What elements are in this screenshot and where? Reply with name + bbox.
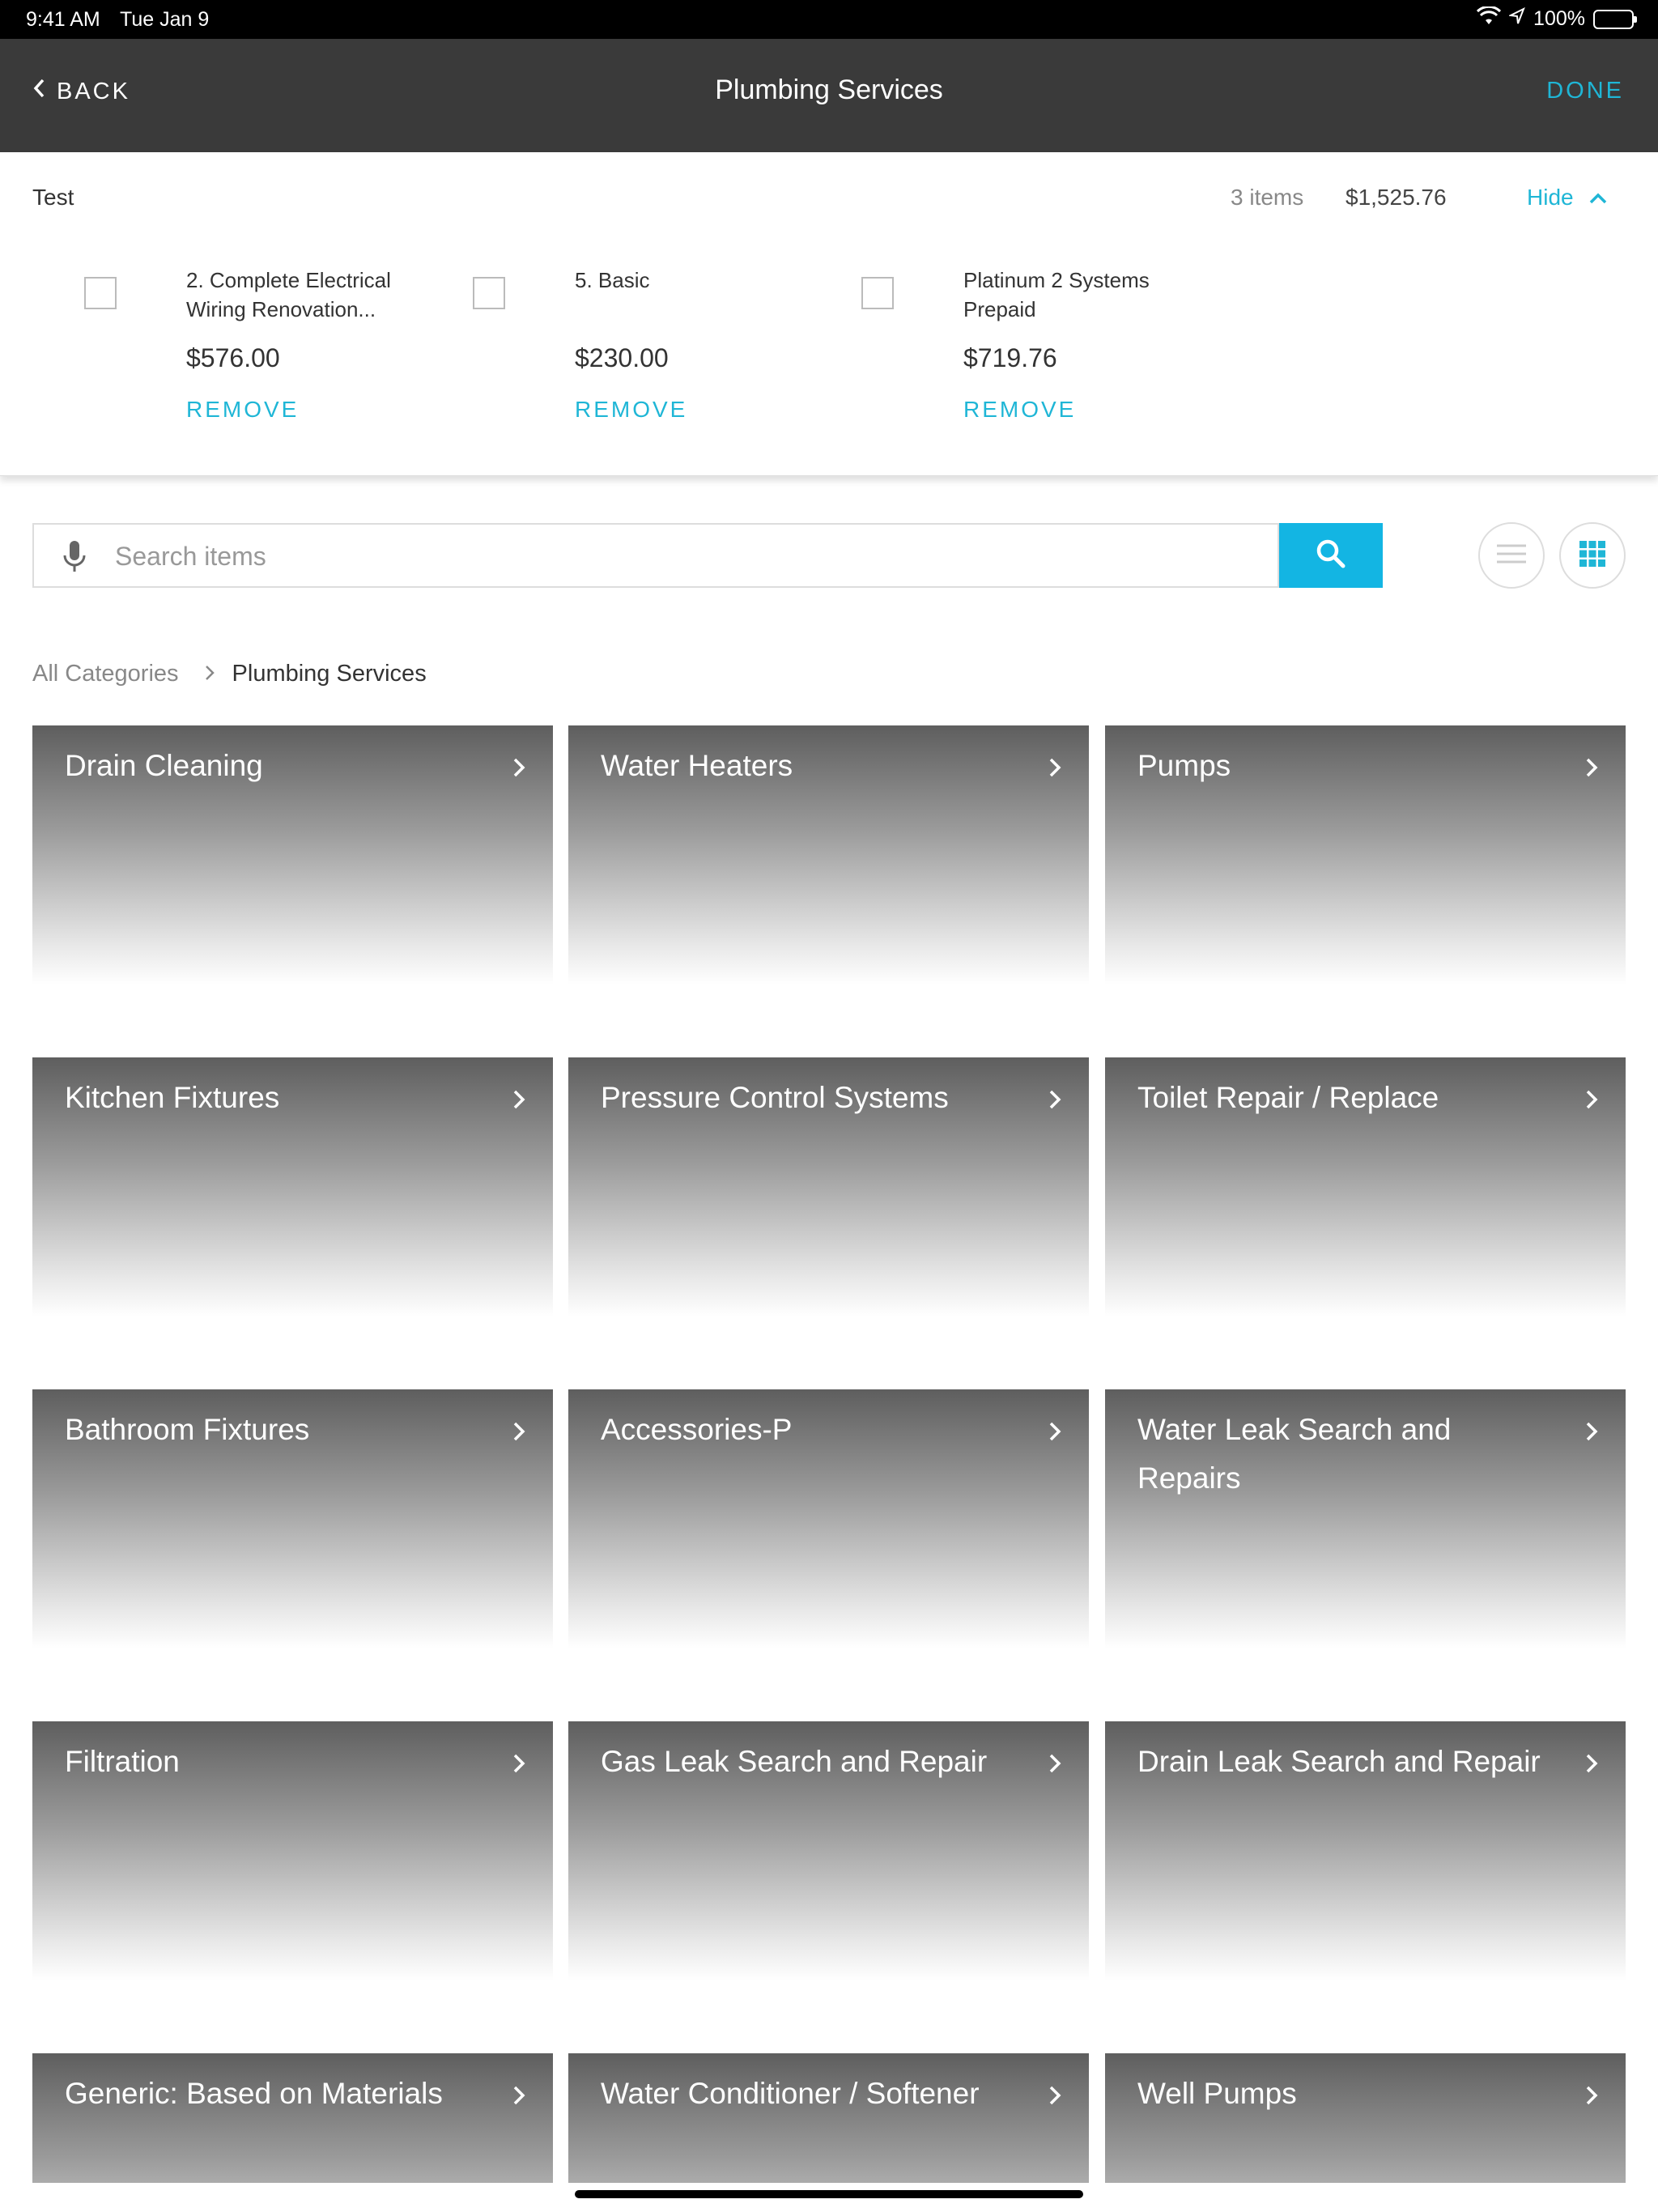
category-label: Filtration (65, 1745, 180, 1778)
search-icon (1316, 538, 1346, 573)
category-label: Drain Cleaning (65, 749, 263, 782)
wifi-icon (1476, 5, 1502, 32)
cart-item-price: $719.76 (963, 343, 1057, 372)
search-input[interactable] (115, 534, 1248, 578)
cart-item: Platinum 2 Systems Prepaid $719.76 REMOV… (810, 266, 1190, 460)
chevron-right-icon (1586, 1754, 1598, 1773)
category-tile[interactable]: Pressure Control Systems (568, 1057, 1089, 1317)
category-label: Water Conditioner / Softener (601, 2077, 980, 2110)
category-tile[interactable]: Well Pumps (1105, 2053, 1626, 2183)
remove-item-button[interactable]: REMOVE (575, 397, 687, 423)
remove-item-button[interactable]: REMOVE (963, 397, 1076, 423)
chevron-right-icon (513, 1422, 525, 1441)
cart-panel: Test 3 items $1,525.76 Hide 2. Complete … (0, 152, 1658, 476)
chevron-right-icon (513, 758, 525, 777)
chevron-right-icon (513, 1090, 525, 1109)
chevron-up-icon (1588, 185, 1608, 211)
category-tile[interactable]: Toilet Repair / Replace (1105, 1057, 1626, 1317)
chevron-right-icon (1049, 1754, 1061, 1773)
category-label: Water Heaters (601, 749, 793, 782)
category-label: Well Pumps (1137, 2077, 1297, 2110)
cart-item-name: 2. Complete Electrical Wiring Renovation… (186, 268, 391, 321)
breadcrumb: All Categories Plumbing Services (32, 661, 427, 687)
grid-view-button[interactable] (1559, 522, 1626, 589)
cart-item-name: Platinum 2 Systems Prepaid (963, 268, 1150, 321)
category-label: Toilet Repair / Replace (1137, 1081, 1439, 1114)
breadcrumb-current: Plumbing Services (232, 661, 427, 687)
category-tile[interactable]: Pumps (1105, 725, 1626, 985)
category-grid: Drain Cleaning Water Heaters Pumps Kitch… (32, 725, 1626, 2183)
category-tile[interactable]: Drain Cleaning (32, 725, 553, 985)
chevron-right-icon (1049, 1422, 1061, 1441)
remove-item-button[interactable]: REMOVE (186, 397, 299, 423)
category-tile[interactable]: Bathroom Fixtures (32, 1389, 553, 1648)
hide-label: Hide (1527, 185, 1574, 210)
category-label: Accessories-P (601, 1413, 793, 1446)
cart-item-checkbox[interactable] (861, 277, 894, 309)
category-tile[interactable]: Drain Leak Search and Repair (1105, 1721, 1626, 1980)
hide-cart-button[interactable]: Hide (1527, 185, 1608, 211)
category-tile[interactable]: Water Leak Search and Repairs (1105, 1389, 1626, 1648)
home-indicator[interactable] (575, 2190, 1083, 2198)
page-title: Plumbing Services (715, 74, 943, 105)
cart-item-checkbox[interactable] (473, 277, 505, 309)
chevron-right-icon (1049, 758, 1061, 777)
chevron-right-icon (1049, 1090, 1061, 1109)
category-tile[interactable]: Accessories-P (568, 1389, 1089, 1648)
location-arrow-icon (1507, 6, 1525, 31)
category-label: Drain Leak Search and Repair (1137, 1745, 1541, 1778)
status-bar: 9:41 AM Tue Jan 9 100% (0, 0, 1658, 39)
category-label: Pumps (1137, 749, 1231, 782)
category-tile[interactable]: Water Conditioner / Softener (568, 2053, 1089, 2183)
grid-icon (1579, 540, 1606, 572)
category-tile[interactable]: Water Heaters (568, 725, 1089, 985)
chevron-right-icon (513, 1754, 525, 1773)
nav-bar: BACK Plumbing Services DONE (0, 39, 1658, 152)
category-label: Gas Leak Search and Repair (601, 1745, 988, 1778)
list-icon (1495, 542, 1528, 570)
done-button[interactable]: DONE (1546, 78, 1624, 104)
chevron-right-icon (513, 2086, 525, 2105)
status-date: Tue Jan 9 (120, 8, 210, 31)
cart-item-checkbox[interactable] (84, 277, 117, 309)
category-label: Pressure Control Systems (601, 1081, 949, 1114)
search-box (32, 523, 1279, 588)
breadcrumb-all-categories[interactable]: All Categories (32, 661, 179, 687)
status-time: 9:41 AM (26, 8, 100, 31)
category-label: Kitchen Fixtures (65, 1081, 280, 1114)
category-tile[interactable]: Gas Leak Search and Repair (568, 1721, 1089, 1980)
cart-item: 5. Basic $230.00 REMOVE (421, 266, 801, 460)
cart-item-price: $576.00 (186, 343, 280, 372)
breadcrumb-separator-icon (205, 661, 215, 687)
category-label: Water Leak Search and Repairs (1137, 1413, 1452, 1495)
battery-icon (1593, 9, 1637, 29)
chevron-right-icon (1049, 2086, 1061, 2105)
battery-percent: 100% (1533, 7, 1585, 30)
chevron-right-icon (1586, 1422, 1598, 1441)
category-label: Generic: Based on Materials (65, 2077, 443, 2110)
list-view-button[interactable] (1478, 522, 1545, 589)
chevron-right-icon (1586, 1090, 1598, 1109)
category-tile[interactable]: Kitchen Fixtures (32, 1057, 553, 1317)
cart-item-count: 3 items (1231, 185, 1304, 210)
cart-item-name: 5. Basic (575, 268, 650, 292)
search-button[interactable] (1279, 523, 1383, 588)
cart-name: Test (32, 185, 74, 210)
cart-item-price: $230.00 (575, 343, 669, 372)
category-label: Bathroom Fixtures (65, 1413, 310, 1446)
status-indicators: 100% (1476, 5, 1637, 32)
microphone-icon[interactable] (58, 539, 91, 575)
category-tile[interactable]: Generic: Based on Materials (32, 2053, 553, 2183)
category-tile[interactable]: Filtration (32, 1721, 553, 1980)
cart-item: 2. Complete Electrical Wiring Renovation… (32, 266, 413, 460)
chevron-right-icon (1586, 2086, 1598, 2105)
chevron-right-icon (1586, 758, 1598, 777)
cart-total: $1,525.76 (1346, 185, 1447, 210)
